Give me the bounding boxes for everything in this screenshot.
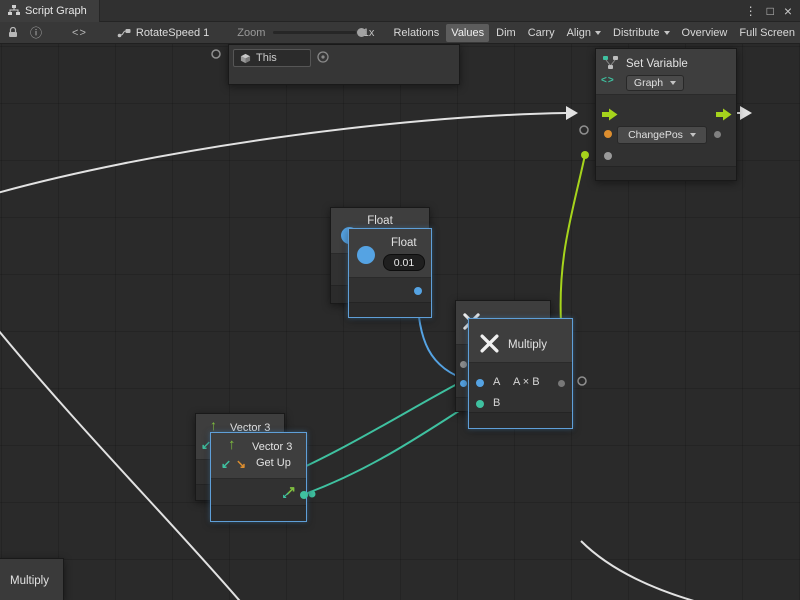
lock-icon[interactable] — [8, 27, 18, 38]
vector3-title: Vector 3 — [252, 441, 292, 453]
variable-out-port[interactable] — [714, 131, 721, 138]
down-left-arrow-icon: ↙ — [221, 458, 231, 470]
close-icon[interactable]: × — [784, 3, 792, 19]
vector3-body: ↗ ↙ — [211, 479, 306, 507]
script-graph-icon — [8, 5, 20, 16]
chevron-down-icon — [664, 31, 670, 35]
distribute-label: Distribute — [613, 27, 659, 39]
chevron-down-icon — [595, 31, 601, 35]
chevron-down-icon — [690, 133, 696, 137]
multiply-icon — [479, 333, 500, 359]
input-b-port[interactable] — [476, 400, 484, 408]
up-arrow-icon: ↑ — [210, 418, 217, 432]
float-back-title: Float — [331, 215, 429, 227]
variable-scope-dropdown[interactable]: Graph — [626, 75, 684, 91]
set-variable-header: <> Set Variable Graph — [596, 49, 736, 95]
back-port[interactable] — [460, 380, 467, 387]
float-out-port[interactable] — [414, 287, 422, 295]
align-dropdown[interactable]: Align — [562, 24, 606, 42]
vector3-get-up-node[interactable]: ↑ ↙ ↘ Vector 3 Get Up ↗ ↙ — [210, 432, 307, 522]
graph-toolbar: ⓘ <> RotateSpeed 1 Zoom 1x Relations Val… — [0, 22, 800, 44]
multiply-header: Multiply — [469, 319, 572, 363]
target-picker-icon[interactable] — [315, 49, 331, 70]
set-variable-footer — [596, 166, 736, 180]
multiply-body: A A × B B — [469, 363, 572, 414]
info-icon[interactable]: ⓘ — [30, 24, 42, 41]
variable-graph-icon — [602, 55, 619, 75]
this-object-field[interactable]: This — [233, 49, 311, 67]
variable-name-label: ChangePos — [628, 129, 683, 141]
value-in-port[interactable] — [604, 152, 612, 160]
vector3-out-port[interactable] — [300, 491, 308, 499]
flow-in-port[interactable] — [602, 108, 618, 126]
overview-button[interactable]: Overview — [677, 24, 733, 42]
full-screen-button[interactable]: Full Screen — [734, 24, 800, 42]
zoom-slider[interactable] — [273, 31, 355, 34]
get-up-label: Get Up — [256, 457, 291, 469]
float-title: Float — [391, 237, 417, 249]
scope-label: Graph — [634, 77, 663, 89]
multiply-corner-title: Multiply — [10, 575, 49, 587]
set-variable-title: Set Variable — [626, 58, 688, 70]
input-b-label: B — [493, 397, 500, 409]
variable-name-port[interactable] — [604, 130, 612, 138]
result-label: A × B — [513, 376, 540, 388]
multiply-title: Multiply — [508, 339, 547, 351]
float-node[interactable]: Float 0.01 — [348, 228, 432, 318]
cube-icon — [240, 53, 251, 64]
variable-name-dropdown[interactable]: ChangePos — [617, 126, 707, 144]
dim-button[interactable]: Dim — [491, 24, 521, 42]
float-footer — [349, 302, 431, 317]
tab-script-graph[interactable]: Script Graph — [0, 0, 100, 22]
window-titlebar: Script Graph ⋮ □ × — [0, 0, 800, 22]
multiply-node[interactable]: Multiply A A × B B — [468, 318, 573, 429]
relations-button[interactable]: Relations — [388, 24, 444, 42]
tab-label: Script Graph — [25, 5, 87, 17]
down-right-arrow-icon: ↘ — [236, 458, 246, 470]
distribute-dropdown[interactable]: Distribute — [608, 24, 674, 42]
flow-out-port[interactable] — [716, 108, 732, 126]
this-node[interactable]: This — [228, 44, 460, 85]
multiply-footer — [469, 412, 572, 428]
code-view-icon[interactable]: <> — [72, 27, 87, 39]
this-label: This — [256, 52, 277, 64]
window-menu-icon[interactable]: ⋮ — [745, 4, 757, 18]
back-port[interactable] — [460, 361, 467, 368]
graph-name[interactable]: RotateSpeed 1 — [136, 27, 209, 39]
up-arrow-icon: ↑ — [228, 437, 236, 452]
float-type-icon — [357, 246, 375, 264]
vector3-footer — [211, 505, 306, 521]
zoom-label: Zoom — [237, 27, 265, 39]
float-body — [349, 278, 431, 303]
maximize-icon[interactable]: □ — [767, 4, 774, 18]
down-left-arrow-icon: ↙ — [282, 491, 290, 500]
input-a-port[interactable] — [476, 379, 484, 387]
vector3-header: ↑ ↙ ↘ Vector 3 Get Up — [211, 433, 306, 479]
brackets-icon: <> — [601, 75, 615, 86]
align-label: Align — [567, 27, 591, 39]
float-value-input[interactable]: 0.01 — [383, 254, 425, 271]
graph-asset-icon — [117, 28, 131, 38]
carry-button[interactable]: Carry — [523, 24, 560, 42]
window-controls: ⋮ □ × — [745, 3, 800, 19]
set-variable-body: ChangePos — [596, 95, 736, 168]
chevron-down-icon — [670, 81, 676, 85]
input-a-label: A — [493, 376, 500, 388]
set-variable-node[interactable]: <> Set Variable Graph ChangePos — [595, 48, 737, 181]
values-button[interactable]: Values — [446, 24, 489, 42]
float-header: Float 0.01 — [349, 229, 431, 278]
multiply-corner-node[interactable]: Multiply — [0, 558, 64, 600]
result-out-port[interactable] — [558, 380, 565, 387]
